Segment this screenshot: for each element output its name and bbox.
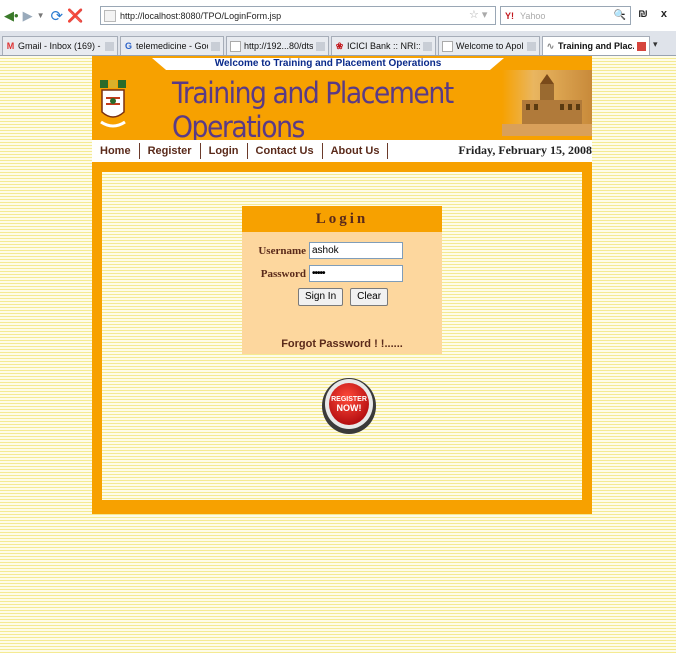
password-row: Password ••••• — [242, 265, 403, 282]
building-image — [502, 70, 592, 136]
icici-icon: ❀ — [335, 40, 344, 51]
tab-dtswdk[interactable]: http://192...80/dtsWDK — [226, 36, 329, 55]
tab-close-icon[interactable] — [423, 41, 432, 51]
clear-button[interactable]: Clear — [350, 288, 389, 306]
tab-close-icon[interactable] — [527, 41, 536, 51]
tab-close-icon[interactable] — [105, 41, 114, 51]
tab-list-icon[interactable]: ▾ — [653, 39, 658, 50]
window-controls[interactable]: - ₪ x — [621, 8, 672, 20]
nav-contact-us[interactable]: Contact Us — [248, 142, 322, 160]
login-form: Login Username ashok Password ••••• Sign… — [242, 206, 442, 354]
register-now-button[interactable]: REGISTER NOW! — [321, 368, 377, 436]
tab-close-icon[interactable] — [211, 41, 220, 51]
forgot-password-link[interactable]: Forgot Password ! !...... — [242, 338, 442, 350]
search-box[interactable]: Y! Yahoo 🔍 — [500, 6, 631, 25]
nav-home[interactable]: Home — [92, 142, 139, 160]
tab-bar: M Gmail - Inbox (169) - ... G telemedici… — [0, 31, 676, 56]
bookmark-star-icon[interactable]: ☆ ▾ — [469, 8, 487, 21]
page-icon — [442, 40, 453, 52]
loading-icon: ∿ — [546, 40, 555, 51]
sign-in-button[interactable]: Sign In — [298, 288, 344, 306]
page-favicon-icon — [104, 9, 116, 22]
username-label: Username — [258, 244, 306, 257]
main-nav: Home Register Login Contact Us About Us … — [92, 140, 592, 162]
tab-gmail[interactable]: M Gmail - Inbox (169) - ... — [2, 36, 118, 55]
stop-icon[interactable]: ❌ — [67, 8, 83, 24]
address-bar[interactable]: http://localhost:8080/TPO/LoginForm.jsp — [100, 6, 496, 25]
nav-divider — [387, 143, 389, 159]
button-row: Sign In Clear — [298, 288, 389, 306]
login-heading: Login — [242, 206, 442, 232]
search-placeholder: Yahoo — [520, 10, 546, 21]
reload-icon[interactable]: ⟳ — [50, 7, 63, 25]
tab-google[interactable]: G telemedicine - Google... — [120, 36, 224, 55]
content-panel: Login Username ashok Password ••••• Sign… — [102, 172, 582, 500]
site-title: Training and Placement Operations — [172, 76, 454, 144]
tab-close-icon[interactable] — [316, 41, 325, 51]
register-line1: REGISTER — [331, 396, 367, 403]
history-dropdown-icon[interactable]: ▼ — [37, 11, 45, 20]
current-date: Friday, February 15, 2008 — [458, 143, 592, 157]
tab-close-icon[interactable] — [637, 41, 646, 51]
search-engine-logo: Y! — [505, 10, 514, 21]
password-label: Password — [260, 267, 306, 280]
username-input[interactable]: ashok — [309, 242, 403, 259]
gmail-icon: M — [6, 40, 15, 51]
welcome-banner: Welcome to Training and Placement Operat… — [152, 58, 504, 70]
back-arrow-icon[interactable]: ◀• — [4, 8, 19, 24]
tab-icici[interactable]: ❀ ICICI Bank :: NRI::In... — [331, 36, 436, 55]
site-frame: Welcome to Training and Placement Operat… — [92, 56, 592, 514]
register-line2: NOW! — [337, 403, 362, 413]
tab-training-active[interactable]: ∿ Training and Plac... — [542, 36, 650, 55]
nav-about-us[interactable]: About Us — [323, 142, 388, 160]
browser-toolbar: ◀• ▶ ▼ ⟳ ❌ http://localhost:8080/TPO/Log… — [0, 0, 676, 31]
address-text: http://localhost:8080/TPO/LoginForm.jsp — [120, 10, 282, 21]
forward-arrow-icon[interactable]: ▶ — [23, 8, 33, 24]
nav-login[interactable]: Login — [201, 142, 247, 160]
nav-register[interactable]: Register — [140, 142, 200, 160]
college-logo — [100, 80, 126, 128]
username-row: Username ashok — [242, 242, 403, 259]
tab-apollo[interactable]: Welcome to Apollo Te... — [438, 36, 540, 55]
password-input[interactable]: ••••• — [309, 265, 403, 282]
page-content: Welcome to Training and Placement Operat… — [0, 56, 676, 653]
google-icon: G — [124, 40, 132, 51]
page-icon — [230, 40, 241, 52]
